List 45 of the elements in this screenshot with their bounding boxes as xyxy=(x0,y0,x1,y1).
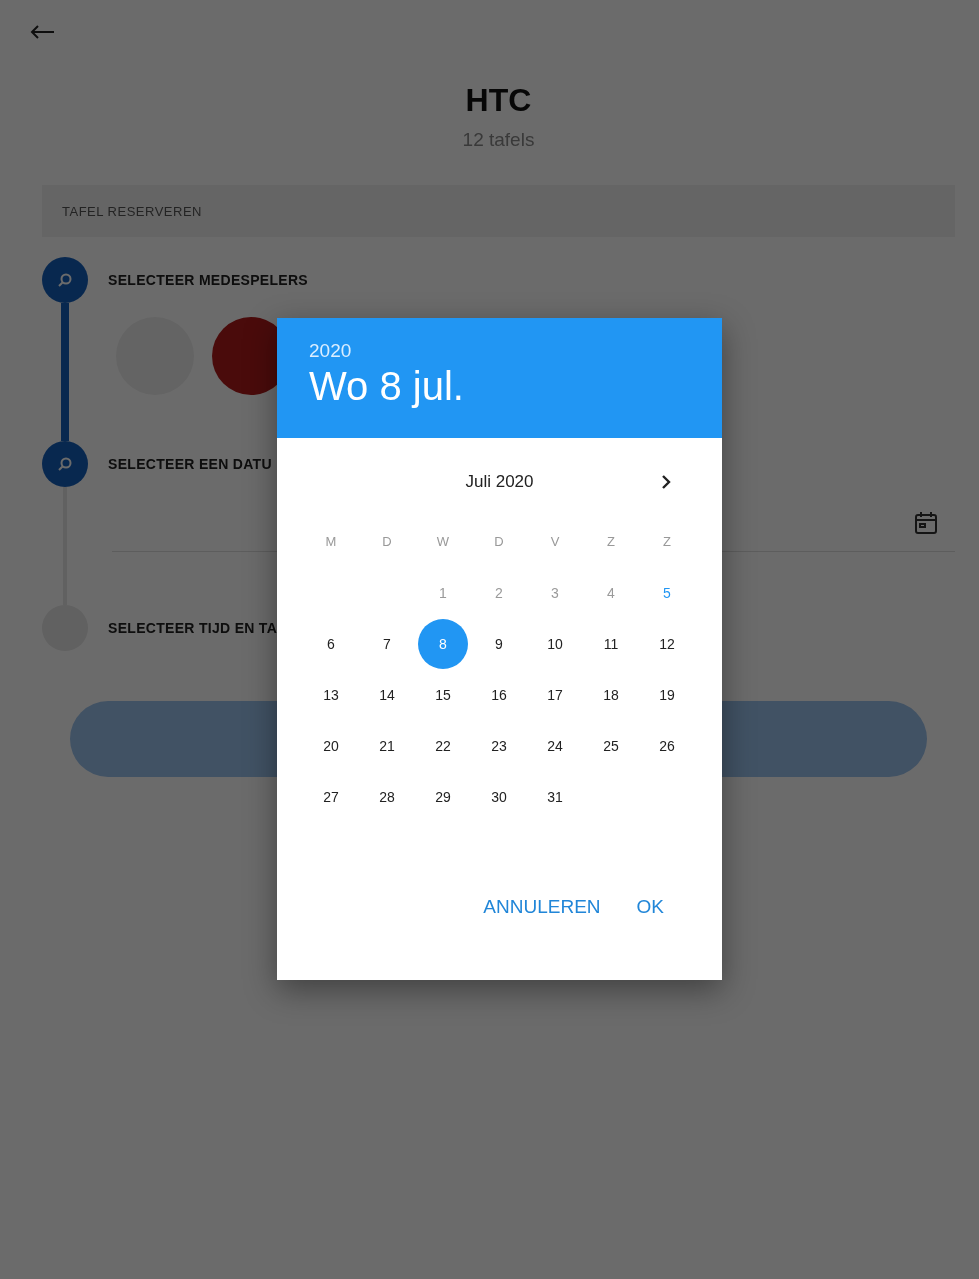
calendar-day[interactable]: 14 xyxy=(362,669,412,720)
step-label: SELECTEER TIJD EN TA xyxy=(108,619,278,638)
calendar-day[interactable]: 10 xyxy=(530,618,580,669)
calendar-day[interactable]: 12 xyxy=(642,618,692,669)
search-icon xyxy=(57,272,73,288)
step-label: SELECTEER EEN DATU xyxy=(108,455,272,474)
calendar-day[interactable]: 26 xyxy=(642,720,692,771)
calendar-day[interactable]: 24 xyxy=(530,720,580,771)
dialog-action-button[interactable]: OK xyxy=(626,890,674,924)
calendar-day[interactable]: 28 xyxy=(362,771,412,822)
calendar-day[interactable]: 13 xyxy=(306,669,356,720)
weekday-label: Z xyxy=(662,533,672,551)
section-label: TAFEL RESERVEREN xyxy=(62,203,202,219)
month-label: Juli 2020 xyxy=(465,472,534,492)
calendar-day[interactable]: 31 xyxy=(530,771,580,822)
calendar-day[interactable]: 7 xyxy=(362,618,412,669)
weekday-label: W xyxy=(435,533,451,551)
calendar-day[interactable]: 16 xyxy=(474,669,524,720)
dialog-action-button[interactable]: ANNULEREN xyxy=(473,890,611,924)
weekday-label: Z xyxy=(606,533,616,551)
step-label: SELECTEER MEDESPELERS xyxy=(108,271,308,290)
calendar-day[interactable]: 20 xyxy=(306,720,356,771)
calendar-day[interactable]: 29 xyxy=(418,771,468,822)
calendar-day[interactable]: 9 xyxy=(474,618,524,669)
calendar-day[interactable]: 19 xyxy=(642,669,692,720)
calendar-day[interactable]: 17 xyxy=(530,669,580,720)
weekday-label: V xyxy=(549,533,561,551)
calendar-day[interactable]: 25 xyxy=(586,720,636,771)
search-icon xyxy=(57,456,73,472)
calendar-day[interactable]: 6 xyxy=(306,618,356,669)
calendar-day[interactable]: 11 xyxy=(586,618,636,669)
weekday-label: M xyxy=(324,533,338,551)
chevron-right-icon xyxy=(661,474,671,490)
calendar-day[interactable]: 23 xyxy=(474,720,524,771)
calendar-day[interactable]: 27 xyxy=(306,771,356,822)
weekday-label: D xyxy=(381,533,393,551)
calendar-day[interactable]: 18 xyxy=(586,669,636,720)
calendar-day[interactable]: 30 xyxy=(474,771,524,822)
weekday-label: D xyxy=(493,533,505,551)
calendar-day[interactable]: 21 xyxy=(362,720,412,771)
calendar-day[interactable]: 22 xyxy=(418,720,468,771)
page-title: HTC xyxy=(465,82,532,119)
calendar-icon xyxy=(913,510,939,536)
calendar-day[interactable]: 15 xyxy=(418,669,468,720)
selected-date: Wo 8 jul. xyxy=(309,364,465,409)
